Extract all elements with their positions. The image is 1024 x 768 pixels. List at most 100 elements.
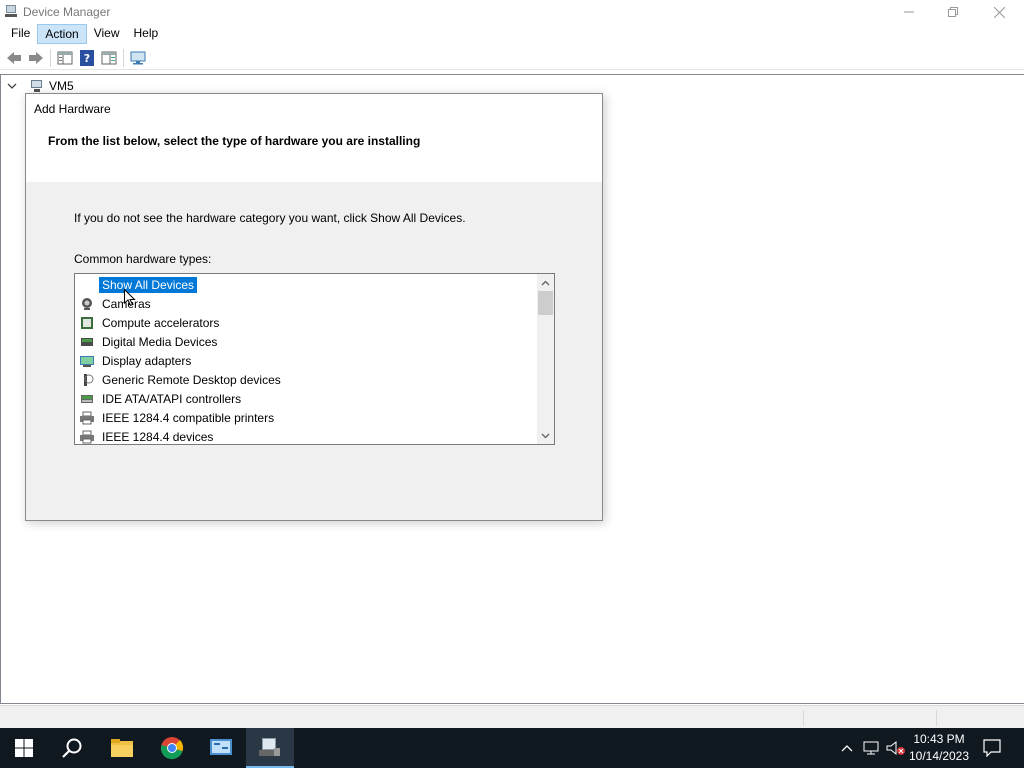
tray-chevron-icon[interactable] (840, 743, 854, 753)
accelerator-icon (79, 315, 95, 331)
scan-hardware-icon (130, 51, 146, 64)
list-item-label: Digital Media Devices (102, 334, 218, 349)
taskbar: 10:43 PM 10/14/2023 (0, 728, 1024, 768)
start-button[interactable] (0, 728, 48, 768)
scroll-down-button[interactable] (537, 427, 554, 444)
back-icon (7, 51, 21, 64)
status-separator (803, 710, 804, 726)
list-item-label: Generic Remote Desktop devices (102, 372, 281, 387)
chrome-button[interactable] (148, 728, 196, 768)
list-item-ide-ata-atapi-controllers[interactable]: IDE ATA/ATAPI controllers (75, 389, 537, 408)
tree-root-label: VM5 (49, 79, 74, 93)
list-item-show-all-devices[interactable]: Show All Devices (75, 275, 537, 294)
list-item-label: IDE ATA/ATAPI controllers (102, 391, 242, 406)
status-separator (936, 710, 937, 726)
hardware-types-list[interactable]: Show All Devices Cameras Compute acceler… (74, 273, 555, 445)
show-hide-button[interactable] (98, 47, 120, 69)
camera-icon (79, 296, 95, 312)
volume-muted-icon[interactable] (886, 740, 906, 756)
svg-text:?: ? (84, 52, 90, 65)
toolbar-separator (50, 48, 51, 67)
menu-action[interactable]: Action (37, 24, 87, 44)
title-bar[interactable]: Device Manager (0, 0, 1024, 24)
list-item-label: Show All Devices (97, 275, 199, 294)
help-icon: ? (80, 49, 94, 66)
toolbar-separator (123, 48, 124, 67)
window-title: Device Manager (23, 5, 111, 19)
device-manager-icon (259, 738, 280, 756)
clock-date: 10/14/2023 (908, 749, 970, 763)
dialog-header: Add Hardware From the list below, select… (26, 94, 602, 182)
system-clock[interactable]: 10:43 PM 10/14/2023 (904, 731, 974, 765)
dialog-hint: If you do not see the hardware category … (74, 211, 466, 225)
list-item-compute-accelerators[interactable]: Compute accelerators (75, 313, 537, 332)
menu-view[interactable]: View (87, 24, 127, 44)
system-tray (836, 728, 906, 768)
forward-icon (29, 51, 43, 64)
toolbar: ? (0, 46, 1024, 70)
menu-help[interactable]: Help (127, 24, 166, 44)
file-explorer-icon (111, 739, 133, 757)
ieee-device-icon (79, 429, 95, 445)
windows-start-icon (15, 739, 33, 757)
add-hardware-dialog: Add Hardware From the list below, select… (25, 93, 603, 521)
control-panel-button[interactable] (197, 728, 245, 768)
device-manager-app-icon (5, 5, 17, 17)
close-button[interactable] (976, 0, 1022, 24)
scroll-thumb[interactable] (538, 291, 553, 315)
notification-icon (983, 739, 1001, 757)
computer-icon (31, 80, 42, 92)
close-icon (993, 6, 1005, 18)
list-item-generic-remote-desktop-devices[interactable]: Generic Remote Desktop devices (75, 370, 537, 389)
chevron-down-icon[interactable] (7, 81, 17, 91)
device-manager-taskbar-button[interactable] (246, 728, 294, 768)
remote-desktop-icon (79, 372, 95, 388)
blank-icon (79, 277, 95, 293)
properties-icon (57, 51, 73, 64)
list-item-cameras[interactable]: Cameras (75, 294, 537, 313)
show-hide-icon (101, 51, 117, 64)
list-item-ieee-devices[interactable]: IEEE 1284.4 devices (75, 427, 537, 445)
chevron-up-icon (541, 280, 550, 285)
list-item-label: IEEE 1284.4 devices (102, 429, 214, 444)
restore-button[interactable] (930, 0, 976, 24)
dialog-title: Add Hardware (34, 102, 111, 116)
menu-bar: File Action View Help (0, 24, 1024, 44)
media-device-icon (79, 334, 95, 350)
minimize-icon (904, 11, 914, 13)
printer-icon (79, 410, 95, 426)
ide-controller-icon (79, 391, 95, 407)
back-button[interactable] (3, 47, 25, 69)
properties-button[interactable] (54, 47, 76, 69)
menu-file[interactable]: File (4, 24, 37, 44)
hardware-types-label: Common hardware types: (74, 252, 212, 266)
file-explorer-button[interactable] (98, 728, 146, 768)
list-item-digital-media-devices[interactable]: Digital Media Devices (75, 332, 537, 351)
tree-root-node[interactable]: VM5 (7, 79, 74, 93)
list-item-label: IEEE 1284.4 compatible printers (102, 410, 275, 425)
list-scrollbar[interactable] (537, 274, 554, 444)
forward-button[interactable] (25, 47, 47, 69)
search-button[interactable] (48, 728, 96, 768)
hardware-types-items: Show All Devices Cameras Compute acceler… (75, 274, 537, 445)
list-item-ieee-compatible-printers[interactable]: IEEE 1284.4 compatible printers (75, 408, 537, 427)
minimize-button[interactable] (886, 0, 932, 24)
scan-hardware-button[interactable] (127, 47, 149, 69)
chrome-icon (160, 737, 184, 760)
restore-icon (948, 7, 958, 17)
help-button[interactable]: ? (76, 47, 98, 69)
scroll-up-button[interactable] (537, 274, 554, 291)
control-panel-icon (210, 739, 232, 755)
list-item-display-adapters[interactable]: Display adapters (75, 351, 537, 370)
display-adapter-icon (79, 353, 95, 369)
list-item-label: Compute accelerators (102, 315, 220, 330)
clock-time: 10:43 PM (913, 732, 965, 746)
list-item-label: Display adapters (102, 353, 192, 368)
notification-button[interactable] (970, 728, 1014, 768)
status-bar (0, 705, 1024, 728)
mouse-cursor-icon (124, 289, 136, 307)
dialog-heading: From the list below, select the type of … (48, 134, 421, 148)
search-icon (62, 738, 82, 758)
network-icon[interactable] (862, 740, 880, 756)
chevron-down-icon (541, 433, 550, 438)
